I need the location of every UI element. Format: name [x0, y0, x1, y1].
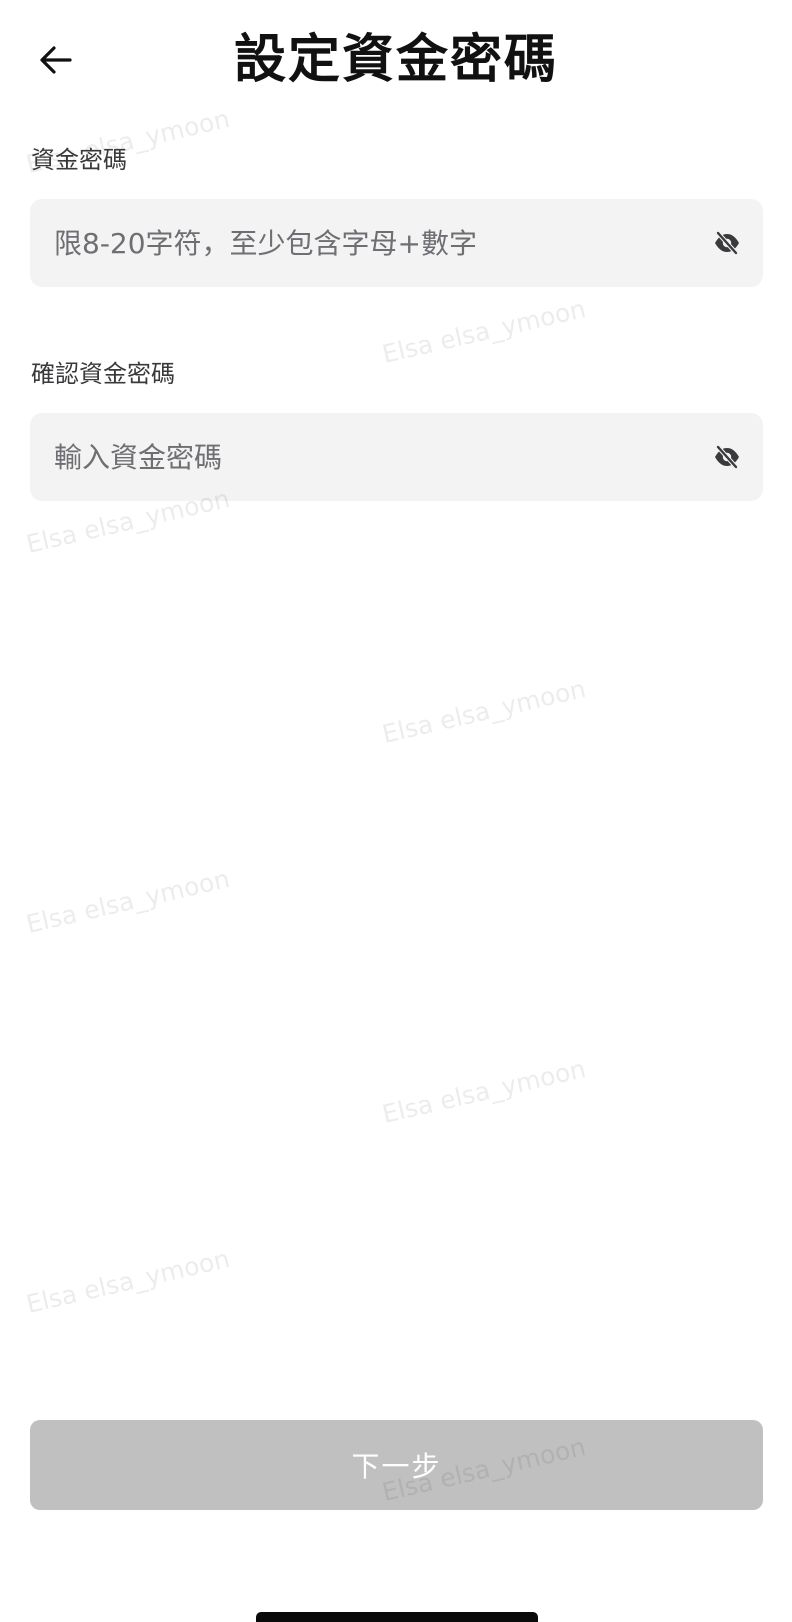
watermark: Elsa elsa_ymoon [379, 673, 589, 749]
watermark: Elsa elsa_ymoon [379, 1053, 589, 1129]
confirm-password-visibility-toggle[interactable] [709, 439, 745, 475]
fund-password-label: 資金密碼 [31, 146, 127, 174]
next-step-button[interactable]: 下一步 [30, 1420, 763, 1510]
eye-off-icon [715, 444, 739, 470]
confirm-password-label: 確認資金密碼 [31, 360, 175, 388]
watermark: Elsa elsa_ymoon [23, 1243, 233, 1319]
confirm-password-field-box [30, 413, 763, 501]
home-indicator [256, 1612, 538, 1622]
watermark: Elsa elsa_ymoon [379, 293, 589, 369]
page-title: 設定資金密碼 [233, 30, 558, 90]
fund-password-visibility-toggle[interactable] [709, 225, 745, 261]
confirm-password-input[interactable] [54, 413, 674, 501]
app-header: 設定資金密碼 [0, 0, 792, 124]
fund-password-input[interactable] [54, 199, 674, 287]
eye-off-icon [715, 230, 739, 256]
fund-password-field-box [30, 199, 763, 287]
watermark: Elsa elsa_ymoon [23, 863, 233, 939]
